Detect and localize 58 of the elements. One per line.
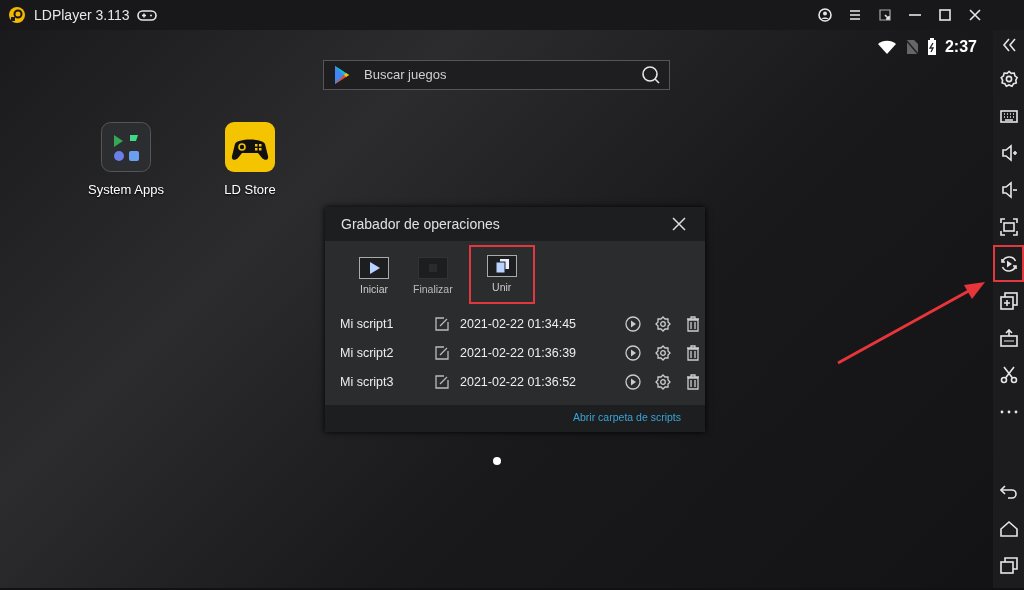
dialog-title: Grabador de operaciones: [341, 214, 500, 234]
app-shortcut[interactable]: LD Store: [210, 122, 290, 200]
close-icon[interactable]: [672, 217, 686, 231]
settings-icon[interactable]: [655, 316, 671, 333]
close-icon[interactable]: [968, 8, 982, 22]
merge-icon: [486, 255, 517, 277]
script-date: 2021-02-22 01:34:45: [460, 315, 578, 333]
toolbar-button[interactable]: Iniciar: [353, 253, 395, 302]
gamepad-icon: [137, 8, 158, 22]
home-icon: [999, 519, 1018, 538]
app-shortcut[interactable]: System Apps: [86, 122, 166, 200]
clock-time: 2:37: [944, 37, 977, 57]
script-name: Mi script2: [340, 344, 395, 362]
apk-install-icon: [999, 328, 1018, 347]
search-field[interactable]: Buscar juegos: [323, 60, 670, 90]
back-icon: [999, 482, 1018, 501]
search-icon: [641, 65, 661, 85]
settings-icon: [999, 69, 1018, 88]
edit-icon[interactable]: [435, 375, 449, 390]
sidebar-button[interactable]: [993, 245, 1024, 282]
trash-icon[interactable]: [685, 374, 701, 391]
window-title: LDPlayer 3.113: [34, 5, 130, 25]
scissors-icon: [999, 365, 1018, 384]
no-sim-icon: [904, 39, 919, 55]
play-icon[interactable]: [625, 374, 641, 391]
page-indicator-dot: [493, 457, 501, 465]
open-folder-link[interactable]: Abrir carpeta de scripts: [573, 410, 681, 427]
account-icon[interactable]: [818, 8, 832, 22]
menu-icon[interactable]: [848, 8, 862, 22]
app-logo-icon: [8, 6, 26, 24]
script-name: Mi script3: [340, 373, 395, 391]
trash-icon[interactable]: [685, 316, 701, 333]
maximize-icon[interactable]: [938, 8, 952, 22]
edit-icon[interactable]: [435, 317, 449, 332]
settings-icon[interactable]: [655, 374, 671, 391]
edit-icon[interactable]: [435, 346, 449, 361]
resize-icon[interactable]: [878, 8, 892, 22]
volume-down-icon: [999, 180, 1018, 199]
recorder-icon: [999, 254, 1018, 273]
script-date: 2021-02-22 01:36:52: [460, 373, 578, 391]
recent-apps-icon: [999, 556, 1018, 575]
multi-window-icon: [999, 291, 1018, 310]
settings-icon[interactable]: [655, 345, 671, 362]
play-icon[interactable]: [625, 316, 641, 333]
play-icon: [359, 257, 389, 279]
volume-up-icon: [999, 143, 1018, 162]
script-name: Mi script1: [340, 315, 395, 333]
wifi-icon: [876, 39, 897, 55]
script-date: 2021-02-22 01:36:39: [460, 344, 578, 362]
folder-icon: [101, 122, 151, 172]
play-icon[interactable]: [625, 345, 641, 362]
fullscreen-icon: [999, 217, 1018, 236]
trash-icon[interactable]: [685, 345, 701, 362]
toolbar-button[interactable]: Unir: [470, 247, 533, 302]
more-icon: [999, 409, 1018, 414]
search-input[interactable]: Buscar juegos: [362, 64, 633, 86]
gamepad-app-icon: [225, 122, 275, 172]
battery-icon: [926, 38, 937, 56]
